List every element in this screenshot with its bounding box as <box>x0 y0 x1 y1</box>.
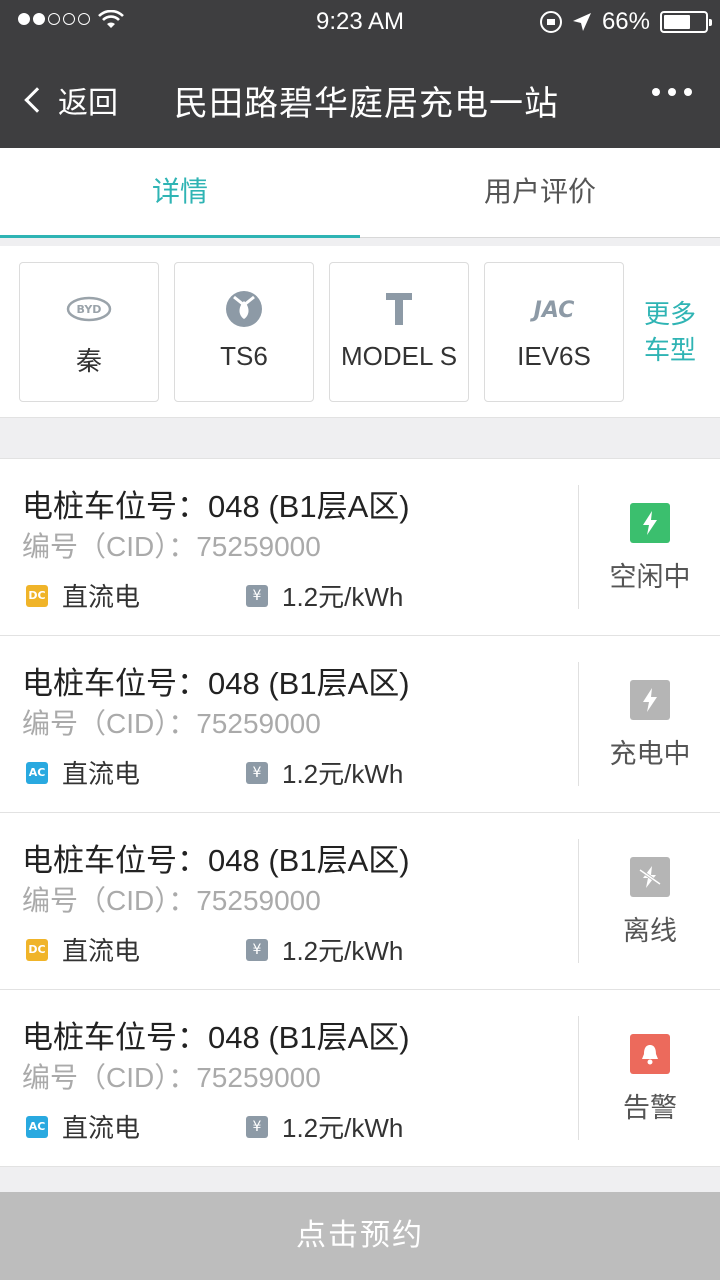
model-name: TS6 <box>220 341 268 371</box>
pile-status: 告警 <box>580 1034 720 1125</box>
tesla-logo-icon <box>330 289 468 329</box>
price: ¥1.2元/kWh <box>246 577 403 614</box>
model-card-iev6s[interactable]: JAC IEV6S <box>484 262 624 402</box>
tab-reviews[interactable]: 用户评价 <box>360 148 720 237</box>
current-type: DC 直流电 <box>26 931 140 968</box>
bell-icon <box>630 1034 670 1074</box>
pile-status: 离线 <box>580 857 720 948</box>
pile-position: 电桩车位号：048 (B1层A区) <box>22 1020 410 1055</box>
rotation-lock-icon <box>539 11 562 33</box>
pile-position: 电桩车位号：048 (B1层A区) <box>22 843 410 878</box>
divider <box>578 485 579 609</box>
current-label: 直流电 <box>62 1113 141 1143</box>
jac-logo-icon: JAC <box>485 289 623 329</box>
model-name: 秦 <box>75 346 102 376</box>
model-card-model-s[interactable]: MODEL S <box>329 262 469 402</box>
dc-badge-icon: DC <box>26 938 48 961</box>
status-label: 充电中 <box>609 739 691 769</box>
yen-icon: ¥ <box>246 584 268 607</box>
more-models-link[interactable]: 更多车型 <box>644 296 708 368</box>
yen-icon: ¥ <box>246 1115 268 1138</box>
page-title: 民田路碧华庭居充电一站 <box>174 85 559 123</box>
model-card-qin[interactable]: BYD 秦 <box>19 262 159 402</box>
pile-position: 电桩车位号：048 (B1层A区) <box>22 489 410 524</box>
price: ¥1.2元/kWh <box>246 1108 403 1145</box>
price-value: 1.2元/kWh <box>282 1113 404 1143</box>
ac-badge-icon: AC <box>26 761 48 784</box>
battery-percent: 66% <box>601 8 650 35</box>
dc-badge-icon: DC <box>26 584 48 607</box>
divider <box>578 839 579 963</box>
back-label: 返回 <box>58 87 118 120</box>
pile-status: 充电中 <box>580 680 720 771</box>
tab-bar: 详情 用户评价 <box>0 148 720 238</box>
more-dots-icon[interactable] <box>652 88 692 96</box>
pile-row[interactable]: 电桩车位号：048 (B1层A区) 编号（CID）：75259000 AC 直流电 ¥1… <box>0 990 720 1167</box>
pile-cid: 编号（CID）：75259000 <box>22 1062 321 1093</box>
location-arrow-icon <box>572 13 591 31</box>
back-button[interactable]: 返回 <box>24 78 118 122</box>
status-label: 离线 <box>623 916 677 946</box>
current-label: 直流电 <box>62 759 141 789</box>
pile-row[interactable]: 电桩车位号：048 (B1层A区) 编号（CID）：75259000 DC 直流电 ¥1… <box>0 813 720 990</box>
bolt-icon <box>630 680 670 720</box>
ac-badge-icon: AC <box>26 1115 48 1138</box>
pile-cid: 编号（CID）：75259000 <box>22 531 321 562</box>
pile-row[interactable]: 电桩车位号：048 (B1层A区) 编号（CID）：75259000 DC 直流电 ¥1… <box>0 459 720 636</box>
chevron-left-icon <box>24 87 50 113</box>
battery-icon <box>660 11 712 33</box>
price-value: 1.2元/kWh <box>282 759 404 789</box>
byd-logo-icon: BYD <box>20 289 158 329</box>
pile-cid: 编号（CID）：75259000 <box>22 885 321 916</box>
status-bar: 9:23 AM 66% <box>0 0 720 42</box>
status-label: 告警 <box>623 1093 677 1123</box>
byd-logo-text: BYD <box>77 303 102 316</box>
current-type: AC 直流电 <box>26 754 140 791</box>
tengshi-logo-icon <box>175 289 313 329</box>
price: ¥1.2元/kWh <box>246 754 403 791</box>
current-label: 直流电 <box>62 936 141 966</box>
divider <box>578 1016 579 1140</box>
model-card-ts6[interactable]: TS6 <box>174 262 314 402</box>
model-name: MODEL S <box>340 341 458 371</box>
top-bar: 9:23 AM 66% 返回 民田路碧华庭居充电一站 <box>0 0 720 148</box>
divider <box>578 662 579 786</box>
pile-status: 空闲中 <box>580 503 720 594</box>
car-models-section: BYD 秦 TS6 MODEL S JAC IEV6S 更多车型 <box>0 246 720 418</box>
offline-bolt-icon <box>630 857 670 897</box>
bolt-icon <box>630 503 670 543</box>
pile-position: 电桩车位号：048 (B1层A区) <box>22 666 410 701</box>
yen-icon: ¥ <box>246 761 268 784</box>
status-label: 空闲中 <box>609 562 691 592</box>
charging-pile-list: 电桩车位号：048 (B1层A区) 编号（CID）：75259000 DC 直流电 ¥1… <box>0 458 720 1167</box>
current-label: 直流电 <box>62 582 141 612</box>
current-type: DC 直流电 <box>26 577 140 614</box>
pile-cid: 编号（CID）：75259000 <box>22 708 321 739</box>
price-value: 1.2元/kWh <box>282 582 404 612</box>
price-value: 1.2元/kWh <box>282 936 404 966</box>
price: ¥1.2元/kWh <box>246 931 403 968</box>
tab-details[interactable]: 详情 <box>0 148 360 238</box>
model-name: IEV6S <box>517 341 591 371</box>
jac-logo-text: JAC <box>530 298 575 323</box>
pile-row[interactable]: 电桩车位号：048 (B1层A区) 编号（CID）：75259000 AC 直流电 ¥1… <box>0 636 720 813</box>
nav-bar: 返回 民田路碧华庭居充电一站 <box>0 42 720 148</box>
current-type: AC 直流电 <box>26 1108 140 1145</box>
yen-icon: ¥ <box>246 938 268 961</box>
reserve-button[interactable]: 点击预约 <box>0 1192 720 1280</box>
